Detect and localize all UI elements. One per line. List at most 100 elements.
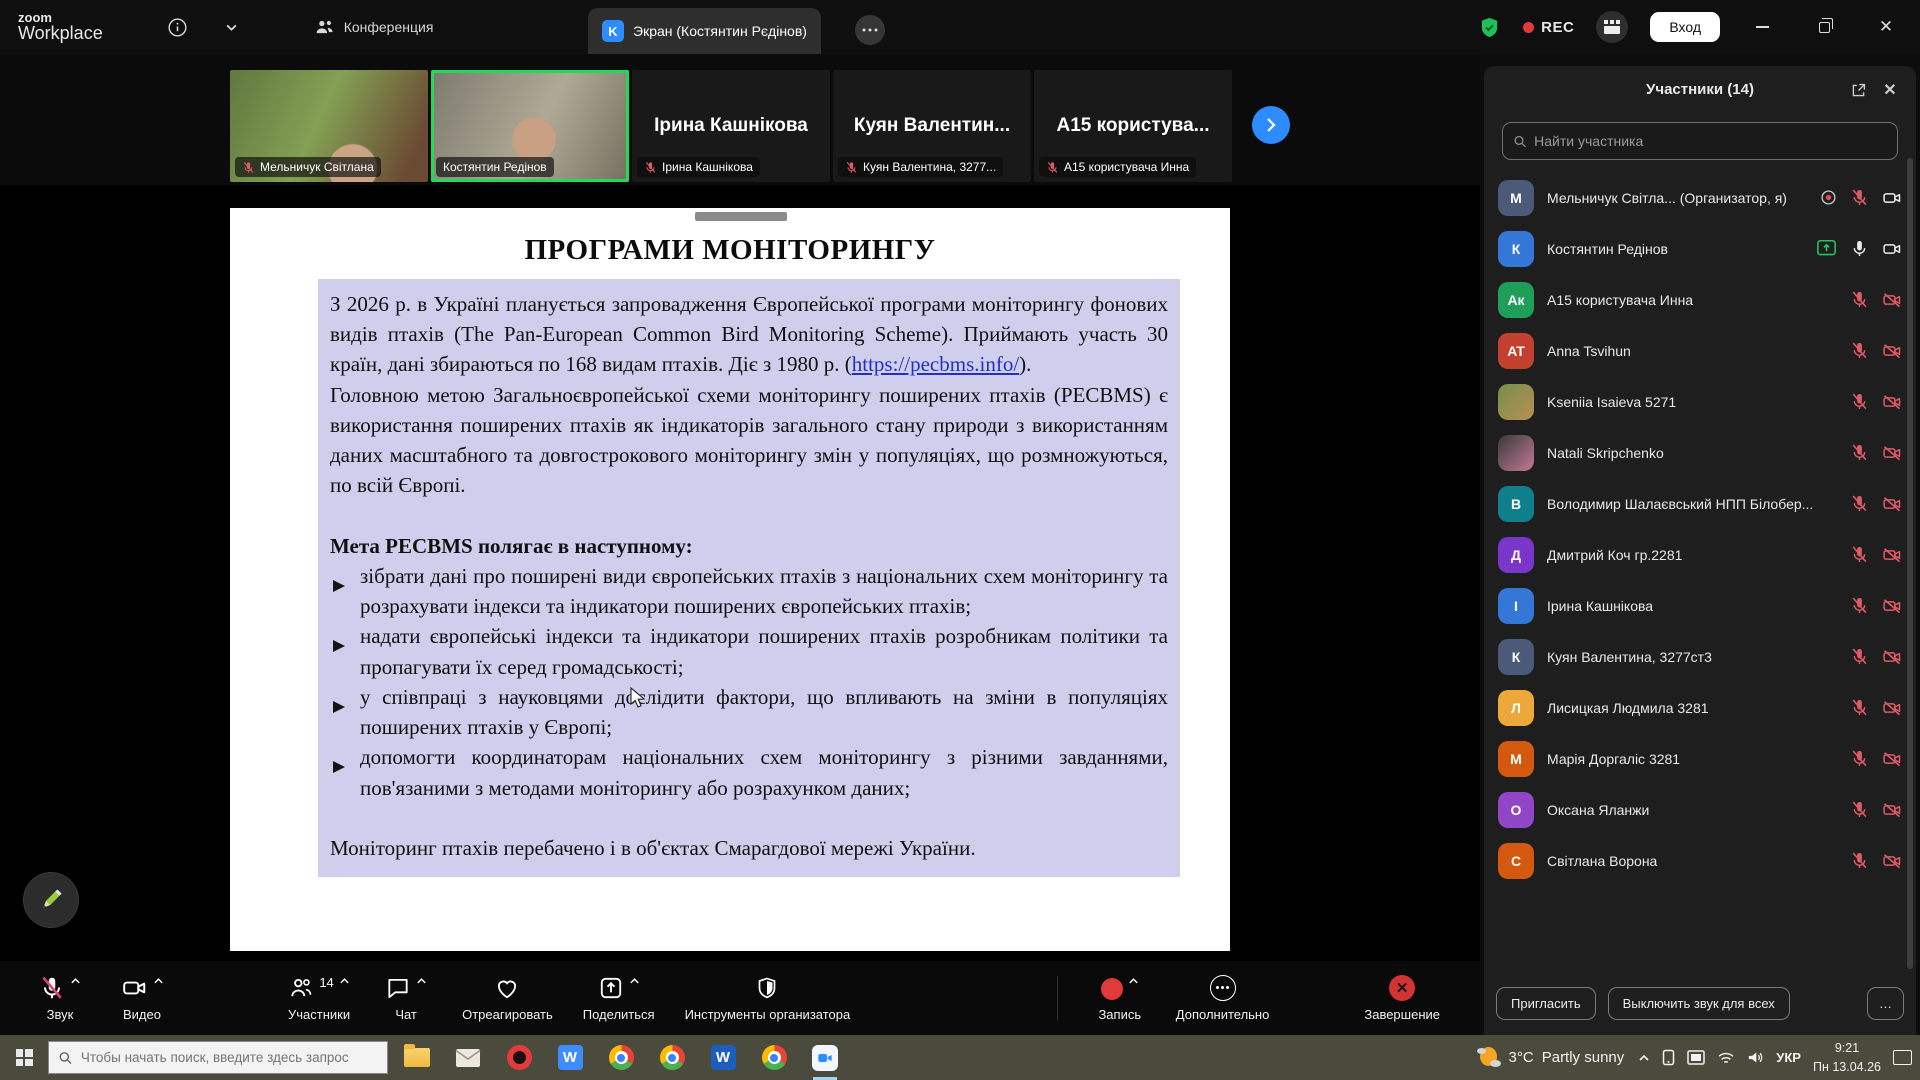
- participant-row[interactable]: І Ірина Кашнікова: [1498, 580, 1902, 631]
- login-button[interactable]: Вход: [1650, 12, 1720, 42]
- react-button[interactable]: Отреагировать: [462, 975, 553, 1022]
- muted-camera-icon: [1882, 341, 1902, 361]
- record-options-chevron[interactable]: [1128, 975, 1139, 985]
- record-icon: [1101, 978, 1123, 1000]
- close-button[interactable]: ✕: [1866, 7, 1906, 47]
- chrome-icon-2[interactable]: [657, 1043, 687, 1073]
- mail-icon[interactable]: [453, 1043, 483, 1073]
- participant-row[interactable]: К Куян Валентина, 3277ст3: [1498, 631, 1902, 682]
- muted-camera-icon: [1882, 596, 1902, 616]
- muted-camera-icon: [1882, 494, 1902, 514]
- participant-row[interactable]: Л Лисицкая Людмила 3281: [1498, 682, 1902, 733]
- pencil-icon: [38, 887, 64, 913]
- participants-button[interactable]: 14 Участники: [288, 975, 350, 1022]
- participant-row[interactable]: Ак А15 користувача Инна: [1498, 274, 1902, 325]
- chat-icon: [385, 975, 411, 1001]
- record-button[interactable]: Запись: [1094, 975, 1146, 1022]
- video-tile[interactable]: Ірина Кашнікова Ірина Кашнікова: [632, 70, 830, 182]
- screen-share-badge: K: [602, 20, 624, 42]
- language-indicator[interactable]: УКР: [1776, 1050, 1801, 1065]
- chevron-down-icon[interactable]: [212, 7, 252, 47]
- participant-search-box[interactable]: [1502, 122, 1898, 160]
- date: Пн 13.04.26: [1813, 1060, 1881, 1074]
- taskbar-search-input[interactable]: [81, 1050, 378, 1065]
- popout-panel-button[interactable]: [1844, 76, 1872, 104]
- volume-icon[interactable]: [1747, 1050, 1764, 1065]
- restore-button[interactable]: [1804, 7, 1844, 47]
- taskbar-clock[interactable]: 9:21 Пн 13.04.26: [1813, 1039, 1881, 1075]
- more-button[interactable]: Дополнительно: [1176, 975, 1270, 1022]
- video-tile[interactable]: А15 користува... А15 користувача Инна: [1034, 70, 1232, 182]
- video-tile[interactable]: Мельничук Світлана: [230, 70, 428, 182]
- time: 9:21: [1835, 1041, 1859, 1055]
- participant-row[interactable]: К Костянтин Редінов: [1498, 223, 1902, 274]
- slide-title: ПРОГРАМИ МОНІТОРИНГУ: [230, 234, 1230, 267]
- muted-camera-icon: [1882, 851, 1902, 871]
- windows-taskbar: W W 3°C Partly sunny: [0, 1035, 1920, 1080]
- participant-row[interactable]: О Оксана Яланжи: [1498, 784, 1902, 835]
- muted-mic-icon: [1850, 290, 1869, 309]
- weather-widget[interactable]: 3°C Partly sunny: [1477, 1046, 1625, 1070]
- audio-button[interactable]: Звук: [34, 975, 86, 1022]
- security-shield-icon[interactable]: [1478, 16, 1501, 39]
- participant-row[interactable]: С Світлана Ворона: [1498, 835, 1902, 886]
- muted-camera-icon: [1882, 545, 1902, 565]
- annotate-pencil-button[interactable]: [24, 873, 78, 927]
- action-center-icon[interactable]: [1893, 1050, 1912, 1065]
- avatar: В: [1498, 486, 1534, 522]
- tray-expand-chevron[interactable]: [1638, 1054, 1650, 1062]
- chrome-icon[interactable]: [606, 1043, 636, 1073]
- search-input[interactable]: [1534, 133, 1887, 149]
- tab-more-button[interactable]: [855, 15, 885, 45]
- minimize-button[interactable]: [1742, 7, 1782, 47]
- camera-on-icon: [1882, 188, 1902, 208]
- slide-goal-heading: Мета PECBMS полягає в наступному:: [330, 531, 1168, 561]
- participant-row[interactable]: М Мельничук Світла... (Организатор, я): [1498, 172, 1902, 223]
- display-icon[interactable]: [1687, 1050, 1705, 1065]
- close-panel-button[interactable]: ✕: [1876, 76, 1904, 104]
- taskbar-search-box[interactable]: [48, 1041, 388, 1074]
- start-button[interactable]: [0, 1035, 48, 1080]
- camera-icon: [121, 975, 148, 1001]
- opera-icon[interactable]: [504, 1043, 534, 1073]
- participant-row[interactable]: В Володимир Шалаєвський НПП Білобер...: [1498, 478, 1902, 529]
- video-options-chevron[interactable]: [153, 975, 164, 985]
- slide-paragraph-1: З 2026 р. в Україні планується запровадж…: [330, 289, 1168, 380]
- word-icon[interactable]: W: [708, 1043, 738, 1073]
- video-tile[interactable]: Куян Валентин... Куян Валентина, 3277...: [833, 70, 1031, 182]
- end-meeting-button[interactable]: ✕ Завершение: [1364, 975, 1440, 1022]
- file-explorer-icon[interactable]: [402, 1043, 432, 1073]
- presentation-slide: ПРОГРАМИ МОНІТОРИНГУ З 2026 р. в Україні…: [230, 208, 1230, 951]
- mute-all-button[interactable]: Выключить звук для всех: [1608, 987, 1790, 1020]
- network-icon[interactable]: [1717, 1051, 1735, 1065]
- participant-row[interactable]: Natali Skripchenko: [1498, 427, 1902, 478]
- chat-options-chevron[interactable]: [416, 975, 427, 985]
- participant-row[interactable]: Kseniia Isaieva 5271: [1498, 376, 1902, 427]
- device-icon[interactable]: [1662, 1049, 1675, 1066]
- tab-screen-share[interactable]: K Экран (Костянтин Рєдінов): [588, 8, 821, 54]
- pecbms-link[interactable]: https://pecbms.info/: [852, 352, 1019, 376]
- participant-row[interactable]: М Марія Доргаліс 3281: [1498, 733, 1902, 784]
- next-page-arrow-button[interactable]: [1252, 106, 1290, 144]
- info-button[interactable]: [158, 7, 198, 47]
- chat-button[interactable]: Чат: [380, 975, 432, 1022]
- participants-icon: [288, 975, 314, 1001]
- invite-button[interactable]: Пригласить: [1496, 987, 1596, 1020]
- host-tools-button[interactable]: Инструменты организатора: [685, 975, 851, 1022]
- panel-more-button[interactable]: …: [1867, 987, 1904, 1020]
- apps-grid-button[interactable]: [1596, 11, 1628, 43]
- zoom-app-icon[interactable]: [810, 1043, 840, 1073]
- share-options-chevron[interactable]: [629, 975, 640, 985]
- chrome-icon-3[interactable]: [759, 1043, 789, 1073]
- participant-row[interactable]: AT Anna Tsvihun: [1498, 325, 1902, 376]
- audio-options-chevron[interactable]: [70, 975, 81, 985]
- participants-options-chevron[interactable]: [339, 975, 350, 985]
- video-button[interactable]: Видео: [116, 975, 168, 1022]
- share-screen-button[interactable]: Поделиться: [583, 975, 655, 1022]
- more-dots-icon: [1210, 975, 1236, 1001]
- wps-office-icon[interactable]: W: [555, 1043, 585, 1073]
- video-tile-active-speaker[interactable]: Костянтин Редінов: [431, 70, 629, 182]
- participant-row[interactable]: Д Дмитрий Коч гр.2281: [1498, 529, 1902, 580]
- tab-conference[interactable]: Конференция: [302, 10, 446, 44]
- muted-mic-icon: [1850, 851, 1869, 870]
